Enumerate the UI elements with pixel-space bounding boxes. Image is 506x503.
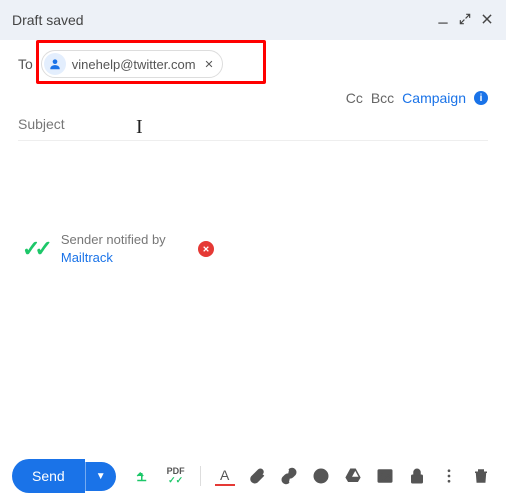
compose-header: Draft saved [0,0,506,40]
toolbar-divider [200,466,201,486]
remove-recipient-icon[interactable] [204,56,214,72]
cc-bcc-row: Cc Bcc Campaign i [18,84,488,116]
mailtrack-link[interactable]: Mailtrack [61,250,113,265]
to-field-row: To vinehelp@twitter.com [18,40,488,84]
text-cursor-icon: I [136,116,143,139]
recipient-email: vinehelp@twitter.com [72,57,196,72]
pdf-icon[interactable]: PDF✓✓ [166,466,186,486]
person-icon [44,53,66,75]
info-icon[interactable]: i [474,91,488,105]
to-label: To [18,56,33,72]
attach-icon[interactable] [247,466,267,486]
campaign-link[interactable]: Campaign [402,90,466,106]
format-icon[interactable]: A [215,466,235,486]
notify-text: Sender notified by [61,232,166,247]
send-button[interactable]: Send [12,459,85,493]
send-button-group: Send ▼ [12,459,116,493]
cc-link[interactable]: Cc [346,90,363,106]
bcc-link[interactable]: Bcc [371,90,394,106]
expand-icon[interactable] [458,12,472,29]
link-icon[interactable] [279,466,299,486]
trash-icon[interactable] [471,466,491,486]
double-check-icon: ✓✓ [22,236,47,262]
emoji-icon[interactable] [311,466,331,486]
send-options-button[interactable]: ▼ [85,462,116,491]
close-icon[interactable] [480,12,494,29]
subject-input[interactable] [18,116,488,132]
mailtrack-text: Sender notified by Mailtrack [61,231,166,267]
drive-icon[interactable] [343,466,363,486]
mailtrack-tool-icon[interactable] [134,466,154,486]
image-icon[interactable] [375,466,395,486]
dismiss-icon[interactable] [198,241,214,257]
lock-icon[interactable] [407,466,427,486]
compose-toolbar: Send ▼ PDF✓✓ A [12,459,494,493]
more-icon[interactable] [439,466,459,486]
subject-row: I [18,116,488,141]
mailtrack-notification: ✓✓ Sender notified by Mailtrack [18,231,488,267]
recipient-chip[interactable]: vinehelp@twitter.com [41,50,223,78]
compose-body[interactable]: ✓✓ Sender notified by Mailtrack [18,141,488,411]
header-title: Draft saved [12,12,84,28]
window-controls [436,12,494,29]
minimize-icon[interactable] [436,12,450,29]
